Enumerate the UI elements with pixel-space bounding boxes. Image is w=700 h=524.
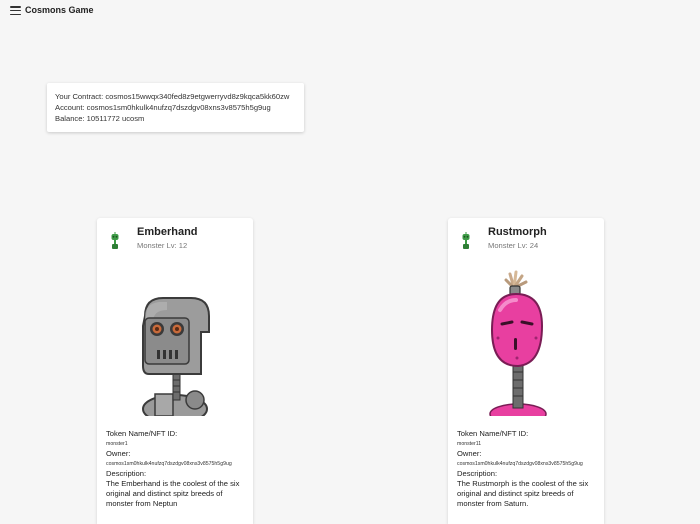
monster-card-emberhand[interactable]: Emberhand Monster Lv: 12 Token Name/NFT … (97, 218, 253, 524)
hamburger-menu-icon[interactable] (10, 6, 21, 16)
owner-label: Owner: (457, 449, 482, 458)
contract-address: Your Contract: cosmos15wwqx340fed8z9etgw… (55, 92, 290, 101)
monster-details: Token Name/NFT ID: monster1 Owner: cosmo… (106, 429, 248, 509)
monster-card-rustmorph[interactable]: Rustmorph Monster Lv: 24 Token Name/NFT … (448, 218, 604, 524)
account-address: Account: cosmos1sm0hkulk4nufzq7dszdgv08x… (55, 103, 271, 112)
token-id: monster1 (106, 441, 128, 447)
app-title: Cosmons Game (25, 5, 94, 15)
monster-level: Monster Lv: 12 (137, 241, 188, 250)
token-id: monster11 (457, 441, 482, 447)
monster-name: Emberhand (137, 226, 198, 238)
monster-image-pink-robot (489, 270, 547, 416)
app-bar: Cosmons Game (0, 0, 700, 22)
account-info-card: Your Contract: cosmos15wwqx340fed8z9etgw… (47, 83, 304, 132)
description-text: The Emberhand is the coolest of the six … (106, 479, 240, 508)
monster-level: Monster Lv: 24 (488, 241, 539, 250)
token-label: Token Name/NFT ID: (106, 429, 178, 438)
owner-address: cosmos1sm0hkulk4nufzq7dszdgv08xns3v8575h… (106, 461, 232, 467)
description-label: Description: (457, 469, 498, 478)
monster-avatar-icon (111, 232, 119, 249)
description-text: The Rustmorph is the coolest of the six … (457, 479, 589, 508)
token-label: Token Name/NFT ID: (457, 429, 529, 438)
monster-name: Rustmorph (488, 226, 547, 238)
description-label: Description: (106, 469, 147, 478)
monster-image-gray-robot (142, 297, 210, 416)
owner-address: cosmos1sm0hkulk4nufzq7dszdgv08xns3v8575h… (457, 461, 583, 467)
monster-avatar-icon (462, 232, 470, 249)
account-balance: Balance: 10511772 ucosm (55, 114, 145, 123)
monster-details: Token Name/NFT ID: monster11 Owner: cosm… (457, 429, 599, 509)
owner-label: Owner: (106, 449, 131, 458)
